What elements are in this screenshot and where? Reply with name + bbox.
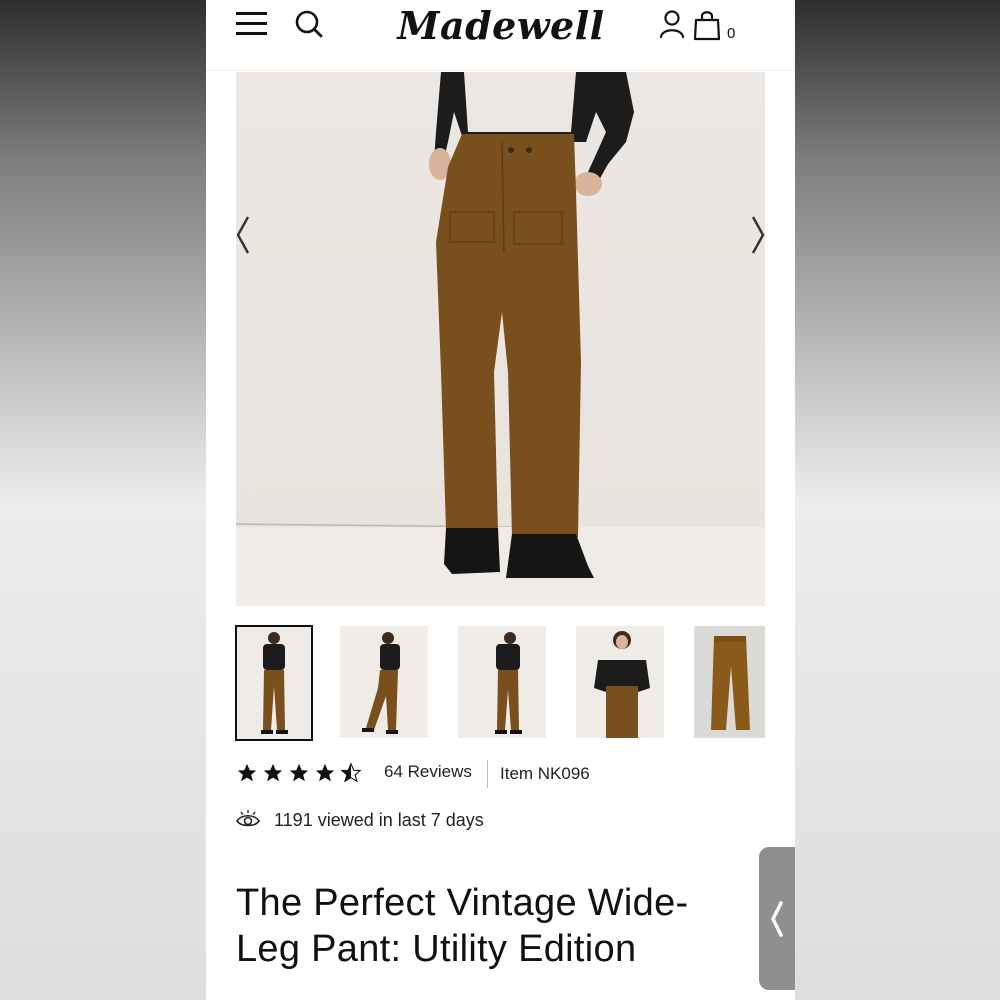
shopping-bag-icon[interactable]: [693, 8, 723, 42]
star-full-icon: [263, 763, 283, 782]
reviews-link[interactable]: 64 Reviews: [384, 762, 472, 782]
brand-logo[interactable]: Madewell: [396, 0, 606, 56]
model-photo: [236, 72, 765, 606]
views-row: 1191 viewed in last 7 days: [236, 808, 636, 836]
views-count: 1191 viewed in last 7 days: [274, 810, 484, 830]
star-full-icon: [289, 763, 309, 782]
thumbnail-3[interactable]: [458, 626, 546, 738]
search-icon[interactable]: [294, 8, 326, 40]
chevron-left-icon: [236, 216, 250, 254]
user-icon[interactable]: [658, 8, 688, 40]
chevron-left-icon: [771, 901, 783, 937]
side-panel-tab[interactable]: [759, 847, 795, 990]
item-number: Item NK096: [500, 764, 590, 783]
background-right: [795, 0, 1000, 1000]
chevron-right-icon: [751, 216, 765, 254]
rating-row: 64 Reviews Item NK096: [236, 760, 765, 788]
star-full-icon: [237, 763, 257, 782]
phone-screen: Madewell 0 64 Reviews Item NK096 1191 vi…: [206, 0, 795, 1000]
star-half-icon: [340, 762, 362, 783]
background-left: [0, 0, 206, 1000]
thumbnail-4[interactable]: [576, 626, 664, 738]
thumbnail-1[interactable]: [235, 625, 313, 741]
hamburger-menu-icon[interactable]: [236, 12, 268, 38]
product-title: The Perfect Vintage Wide-Leg Pant: Utili…: [236, 882, 689, 970]
thumbnail-5[interactable]: [694, 626, 765, 738]
eye-icon: [236, 810, 260, 830]
site-header: Madewell 0: [206, 0, 795, 71]
thumbnail-strip: [235, 625, 795, 741]
star-rating[interactable]: [236, 762, 362, 784]
gallery-next-button[interactable]: [745, 215, 765, 255]
bag-count-badge: 0: [727, 25, 736, 42]
divider: [487, 760, 488, 788]
gallery-prev-button[interactable]: [236, 215, 256, 255]
thumbnail-2[interactable]: [340, 626, 428, 738]
star-full-icon: [315, 763, 335, 782]
product-hero-image[interactable]: [236, 72, 765, 606]
